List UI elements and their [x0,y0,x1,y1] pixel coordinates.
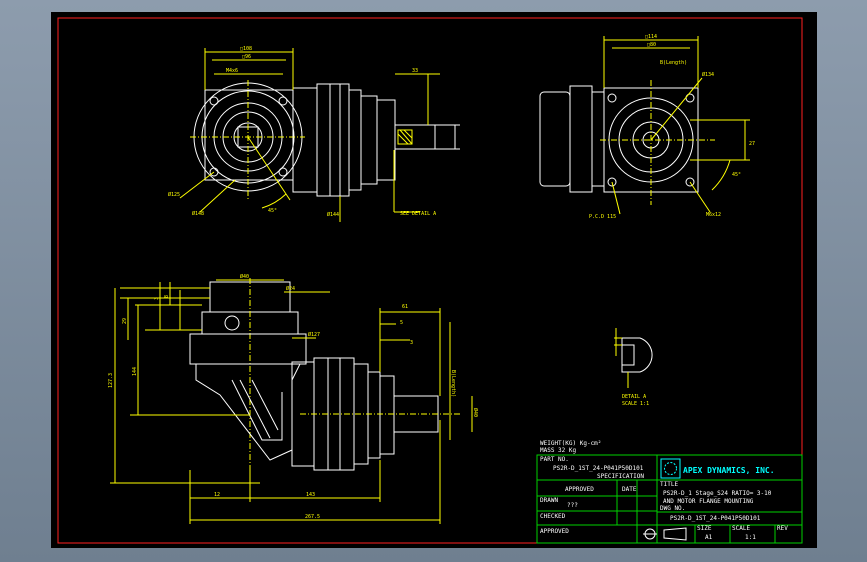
leader [611,181,621,215]
dim-text: 27 [749,141,755,147]
dim-text: Ø127 [308,331,320,338]
dim-text: 5 [400,320,403,326]
dim-text: Ø125 [168,191,180,198]
date-label: DATE [622,486,637,493]
dim-text: 33 [412,68,418,74]
projection-symbol-icon [663,527,687,541]
output-flange [376,99,396,181]
dim-text: 29 [122,318,128,324]
housing [360,95,378,185]
title-line1: PS2R-D_1 Stage_S24 RATIO= 3-10 [663,490,772,497]
dim-text: 45° [732,172,741,178]
housing [292,87,318,193]
checked-label: CHECKED [540,513,566,520]
bolt-hole [278,96,288,106]
view-front-top: □108 □96 M4x6 33 Ø125 Ø148 45° SEE DETAI… [168,46,460,222]
view-end-top: □114 □80 B(Length) Ø134 27 45° P.C.D 115… [539,34,755,220]
dwg-label: DWG NO. [660,505,685,512]
end-body [591,91,605,187]
company-name: APEX DYNAMICS, INC. [683,466,775,475]
title-label: TITLE [660,481,678,488]
leader [199,179,236,213]
dim-text: 45° [268,208,277,214]
size-value: A1 [705,534,713,541]
approved2-label: APPROVED [540,528,569,535]
dim-text: 144 [132,367,138,376]
dim-text: Ø40 [240,273,249,280]
angle-arc [261,193,287,209]
scale-value: 1:1 [745,534,756,541]
dim-text: B(Length) [660,60,687,66]
dim-text: □114 [645,34,657,40]
company-logo-icon [660,458,681,479]
bolt-hole [278,167,288,177]
drawn-value: ??? [567,502,578,509]
dim-text: Ø144 [327,211,339,218]
dim-text: Ø134 [702,71,714,78]
dim-text: 143 [306,492,315,498]
dim-text: Ø40 [472,408,479,417]
rev-label: REV [777,525,788,532]
mass-value: MASS 32 Kg [540,447,577,454]
drawing-border [57,17,803,544]
dim-text: SEE DETAIL A [400,211,436,217]
title-block: APEX DYNAMICS, INC. WEIGHT(KG) Kg-cm² MA… [536,440,803,544]
dim-text: □96 [242,54,251,60]
company-logo-icon [664,462,677,475]
spec-label: SPECIFICATION [597,473,644,480]
hatch [397,133,409,145]
dim-text: 8 [164,295,170,298]
dwg-no: PS2R-D_1ST_24-P041P50D101 [670,515,761,522]
view-side: Ø40 Ø24 Ø127 12 143 267.5 61 5 3 B(Lengt… [108,273,479,524]
dim-text: 267.5 [305,514,320,520]
detail-label: DETAIL A [622,394,646,400]
rib-line [239,379,271,439]
dim-text: M6x12 [706,212,721,218]
housing [367,371,381,459]
leader [689,181,711,213]
detail-a: DETAIL A SCALE 1:1 [614,328,653,407]
clamp-bolt [224,315,240,331]
detail-scale: SCALE 1:1 [622,401,649,407]
scale-label: SCALE [732,525,750,532]
output-flange [379,375,395,455]
end-body [569,85,593,193]
housing [348,89,362,191]
approved-label: APPROVED [565,486,594,493]
bolt-hole [209,96,219,106]
dim-text: 3 [410,340,413,346]
mass-label: WEIGHT(KG) Kg-cm² [540,440,601,447]
part-no: PS2R-D_1ST_24-P041P50D101 [553,465,644,472]
cad-drawing: □108 □96 M4x6 33 Ø125 Ø148 45° SEE DETAI… [57,17,803,544]
housing [316,83,350,197]
detail-key [621,344,635,366]
dim-text: M4x6 [226,68,238,74]
rib-line [251,379,279,431]
dim-text: □80 [647,42,656,48]
dim-text: P.C.D 115 [589,214,616,220]
housing-top [189,333,307,365]
leader [179,171,215,199]
dim-text: 3 [154,297,160,300]
dim-text: Ø148 [192,210,204,217]
end-body [539,91,571,187]
angle-arc [711,159,731,191]
dim-text: B(Length) [450,370,456,397]
dim-text: 12 [214,492,220,498]
dim-text: □108 [240,46,252,52]
drawn-label: DRAWN [540,497,558,504]
detail-shape [621,337,653,373]
title-line2: AND MOTOR FLANGE MOUNTING [663,498,754,505]
dim-text: 61 [402,304,408,310]
size-label: SIZE [697,525,712,532]
dim-text: Ø24 [286,285,295,292]
bolt-hole [607,93,617,103]
dim-text: 127.3 [108,373,114,388]
bolt-hole [685,93,695,103]
part-no-label: PART NO. [540,456,569,463]
